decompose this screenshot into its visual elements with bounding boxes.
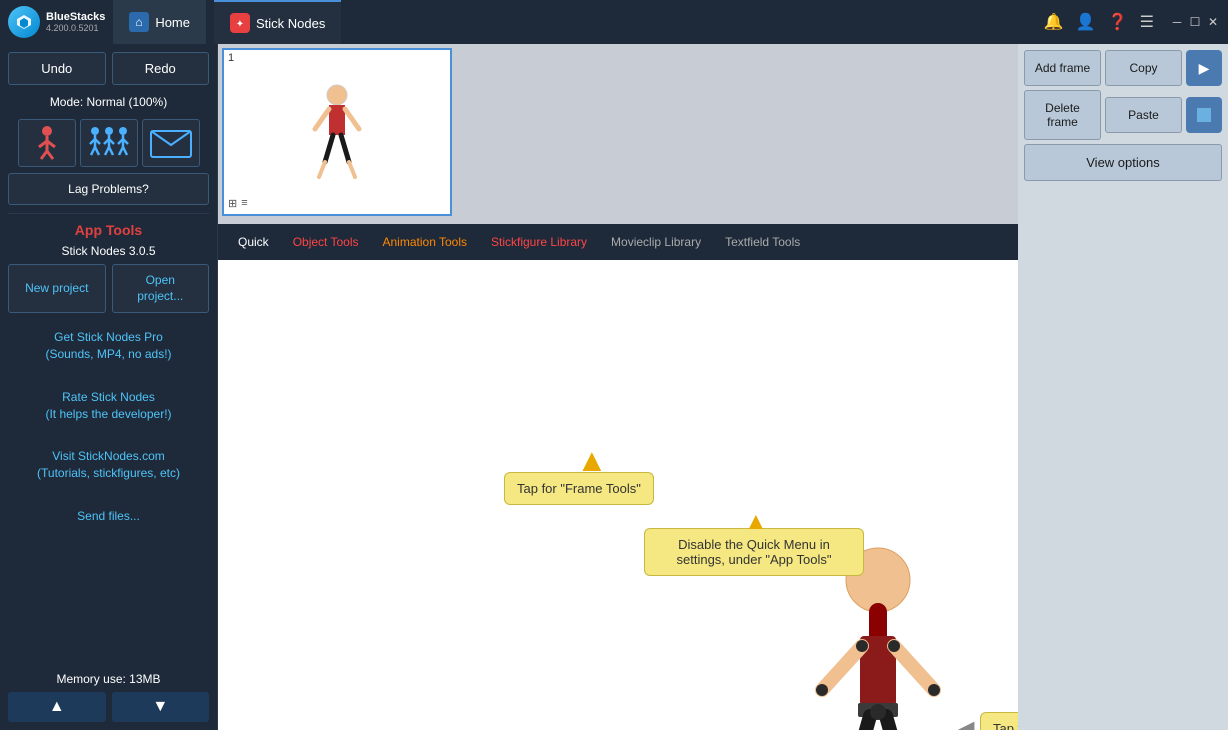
- tool-icons-row: [8, 119, 209, 167]
- play-button[interactable]: ▶: [1186, 50, 1222, 86]
- frame-icon-1: ⊞: [228, 197, 237, 210]
- frame-icon-2: ≡: [241, 197, 247, 210]
- arrow-stickfigure: ◀: [956, 715, 974, 730]
- arrow-quick-menu: ▲: [744, 508, 768, 536]
- window-controls: ─ ☐ ✕: [1170, 15, 1220, 29]
- bell-icon[interactable]: 🔔: [1044, 12, 1064, 32]
- tab-home[interactable]: ⌂ Home: [113, 0, 206, 44]
- person-icon: [31, 125, 63, 161]
- titlebar: BlueStacks 4.200.0.5201 ⌂ Home ✦ Stick N…: [0, 0, 1228, 44]
- memory-up-button[interactable]: ▲: [8, 692, 106, 722]
- lag-problems-button[interactable]: Lag Problems?: [8, 173, 209, 205]
- open-project-button[interactable]: Open project...: [112, 264, 210, 313]
- minimize-button[interactable]: ─: [1170, 15, 1184, 29]
- envelope-icon: [149, 127, 193, 159]
- send-files-button[interactable]: Send files...: [8, 498, 209, 535]
- mode-text: Mode: Normal (100%): [8, 91, 209, 113]
- tab-animation[interactable]: Animation Tools: [371, 229, 480, 255]
- app-tools-version: Stick Nodes 3.0.5: [8, 244, 209, 258]
- app-tools-title: App Tools: [8, 222, 209, 238]
- svg-text:⌂: ⌂: [136, 15, 143, 29]
- delete-frame-button[interactable]: Delete frame: [1024, 90, 1101, 140]
- home-icon: ⌂: [129, 12, 149, 32]
- group-tool-icon[interactable]: [80, 119, 138, 167]
- tab-library[interactable]: Stickfigure Library: [479, 229, 599, 255]
- bluestacks-logo: BlueStacks 4.200.0.5201: [8, 6, 105, 38]
- work-canvas[interactable]: Tap for "Frame Tools" ▲ Disable the Quic…: [218, 260, 1018, 730]
- frame-thumbnail[interactable]: 1 ⊞ ≡: [222, 48, 452, 216]
- envelope-tool-icon[interactable]: [142, 119, 200, 167]
- right-panel: Add frame Copy ▶ Delete frame Paste View…: [1018, 44, 1228, 730]
- frame-stickfigure: [297, 77, 377, 187]
- maximize-button[interactable]: ☐: [1188, 15, 1202, 29]
- tooltip-stickfigure-tools: Tap for "Stickfigure Tools": [980, 712, 1018, 730]
- tooltip-frame-tools-text: Tap for "Frame Tools": [517, 481, 641, 496]
- memory-label: Memory use: 13MB: [8, 672, 209, 686]
- tab-quick[interactable]: Quick: [226, 229, 281, 255]
- frame-bottom-icons: ⊞ ≡: [228, 197, 248, 210]
- blue-square-button[interactable]: [1186, 97, 1222, 133]
- get-pro-button[interactable]: Get Stick Nodes Pro (Sounds, MP4, no ads…: [8, 319, 209, 373]
- left-sidebar: Undo Redo Mode: Normal (100%): [0, 44, 218, 730]
- view-options-button[interactable]: View options: [1024, 144, 1222, 181]
- tab-sticknodes-label: Stick Nodes: [256, 16, 325, 31]
- menu-icon[interactable]: ☰: [1140, 12, 1154, 32]
- add-frame-button[interactable]: Add frame: [1024, 50, 1101, 86]
- project-buttons-row: New project Open project...: [8, 264, 209, 313]
- logo-version: 4.200.0.5201: [46, 23, 105, 33]
- divider-1: [8, 213, 209, 214]
- logo-icon: [8, 6, 40, 38]
- account-icon[interactable]: 👤: [1076, 12, 1096, 32]
- paste-button[interactable]: Paste: [1105, 97, 1182, 133]
- frame-number: 1: [228, 52, 234, 64]
- tooltip-quick-menu-text: Disable the Quick Menu in settings, unde…: [677, 537, 832, 567]
- arrow-frame-tools: ▲: [576, 442, 608, 479]
- copy-button[interactable]: Copy: [1105, 50, 1182, 86]
- logo-name: BlueStacks: [46, 11, 105, 23]
- square-icon: [1194, 105, 1214, 125]
- sticknodes-icon: ✦: [230, 13, 250, 33]
- main-layout: Undo Redo Mode: Normal (100%): [0, 44, 1228, 730]
- toolbar-tabs: Quick Object Tools Animation Tools Stick…: [218, 224, 1018, 260]
- new-project-button[interactable]: New project: [8, 264, 106, 313]
- help-icon[interactable]: ❓: [1108, 12, 1128, 32]
- tab-object[interactable]: Object Tools: [281, 229, 371, 255]
- person-tool-icon[interactable]: [18, 119, 76, 167]
- delete-frame-row: Delete frame Paste: [1024, 90, 1222, 140]
- visit-button[interactable]: Visit StickNodes.com (Tutorials, stickfi…: [8, 438, 209, 492]
- svg-text:✦: ✦: [236, 19, 244, 30]
- close-button[interactable]: ✕: [1206, 15, 1220, 29]
- add-frame-row: Add frame Copy ▶: [1024, 50, 1222, 86]
- titlebar-controls: 🔔 👤 ❓ ☰: [1044, 12, 1154, 32]
- tooltip-stickfigure-text: Tap for "Stickfigure Tools": [993, 721, 1018, 730]
- group-icon: [85, 125, 133, 161]
- undo-button[interactable]: Undo: [8, 52, 106, 85]
- tab-movieclip[interactable]: Movieclip Library: [599, 229, 713, 255]
- redo-button[interactable]: Redo: [112, 52, 210, 85]
- frame-strip: 1 ⊞ ≡: [218, 44, 1018, 224]
- canvas-area: 1 ⊞ ≡ Quick: [218, 44, 1018, 730]
- rate-button[interactable]: Rate Stick Nodes (It helps the developer…: [8, 379, 209, 433]
- tab-textfield[interactable]: Textfield Tools: [713, 229, 812, 255]
- memory-buttons: ▲ ▼: [8, 692, 209, 722]
- tab-home-label: Home: [155, 15, 190, 30]
- memory-down-button[interactable]: ▼: [112, 692, 210, 722]
- tab-sticknodes[interactable]: ✦ Stick Nodes: [214, 0, 341, 44]
- undo-redo-row: Undo Redo: [8, 52, 209, 85]
